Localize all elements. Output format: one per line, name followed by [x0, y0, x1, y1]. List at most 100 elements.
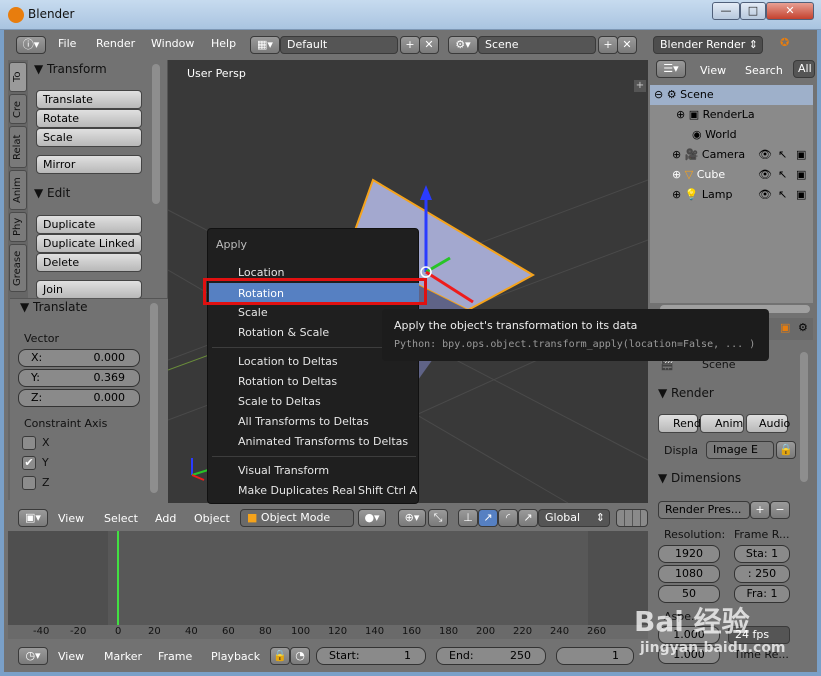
outliner-editor-type-icon[interactable]: ☰▾	[656, 60, 686, 78]
layout-field[interactable]: Default	[280, 36, 398, 54]
tab-create[interactable]: Cre	[9, 94, 27, 124]
outliner-menu-search[interactable]: Search	[745, 64, 783, 77]
render-camera-icon[interactable]: ▣	[796, 165, 806, 185]
menu-item-make-duplicates-real[interactable]: Make Duplicates Real	[238, 484, 356, 497]
preview-range-icon[interactable]: ◔	[290, 647, 310, 665]
menu-item-scale-deltas[interactable]: Scale to Deltas	[238, 395, 321, 408]
add-scene-icon[interactable]: +	[598, 36, 618, 54]
pivot-icon[interactable]: ⊕▾	[398, 509, 426, 527]
layers-grid-icon[interactable]	[616, 509, 648, 527]
menu-playback[interactable]: Playback	[211, 650, 260, 663]
render-engine-select[interactable]: Blender Render ⇕	[653, 36, 763, 54]
menu-frame[interactable]: Frame	[158, 650, 192, 663]
delete-button[interactable]: Delete	[36, 253, 142, 272]
current-frame-line[interactable]	[117, 531, 119, 625]
constraint-z-checkbox[interactable]	[22, 476, 36, 490]
tab-animation[interactable]: Anim	[9, 170, 27, 210]
menu-item-location-deltas[interactable]: Location to Deltas	[238, 355, 338, 368]
remove-preset-icon[interactable]: −	[770, 501, 790, 519]
scene-context-icon[interactable]: ⚙	[798, 321, 808, 334]
resolution-y-field[interactable]: 1080	[658, 565, 720, 583]
transform-panel-header[interactable]: ▼ Transform	[34, 62, 107, 76]
render-preset-select[interactable]: Render Pres...	[658, 501, 750, 519]
tab-tools[interactable]: To	[9, 62, 27, 92]
dimensions-panel-header[interactable]: ▼ Dimensions	[658, 471, 741, 485]
mirror-button[interactable]: Mirror	[36, 155, 142, 174]
toolshelf-scrollbar[interactable]	[152, 64, 160, 204]
translate-manipulator-icon[interactable]: ⊥	[458, 509, 478, 527]
render-panel-header[interactable]: ▼ Render	[658, 386, 714, 400]
cursor-icon[interactable]: ↖	[778, 145, 787, 165]
end-frame-field[interactable]: End: 250	[436, 647, 546, 665]
eye-icon[interactable]: 👁	[758, 145, 772, 165]
tab-physics[interactable]: Phy	[9, 212, 27, 242]
minimize-button[interactable]: —	[712, 2, 740, 20]
menu-view[interactable]: View	[58, 512, 84, 525]
translate-button[interactable]: Translate	[36, 90, 142, 109]
lock-interface-icon[interactable]: 🔒	[776, 441, 796, 459]
menu-add[interactable]: Add	[155, 512, 176, 525]
menu-item-all-transforms-deltas[interactable]: All Transforms to Deltas	[238, 415, 369, 428]
tree-item-renderlayers[interactable]: ⊕ ▣ RenderLa	[650, 105, 813, 125]
layout-icon[interactable]: ▦▾	[250, 36, 280, 54]
display-mode-select[interactable]: All	[793, 60, 815, 78]
render-camera-icon[interactable]: ▣	[796, 145, 806, 165]
scene-icon[interactable]: ⚙▾	[448, 36, 478, 54]
tab-relations[interactable]: Relat	[9, 126, 27, 168]
render-context-icon[interactable]: ▣	[780, 321, 790, 334]
rotate-manipulator-icon[interactable]: ↗	[478, 509, 498, 527]
manipulator-toggle-icon[interactable]: ⤡	[428, 509, 448, 527]
mode-select[interactable]: ■ Object Mode	[240, 509, 354, 527]
render-camera-icon[interactable]: ▣	[796, 185, 806, 205]
menu-marker[interactable]: Marker	[104, 650, 142, 663]
close-button[interactable]: ✕	[766, 2, 814, 20]
properties-scrollbar[interactable]	[800, 352, 808, 482]
menu-render[interactable]: Render	[96, 37, 135, 50]
menu-select[interactable]: Select	[104, 512, 138, 525]
menu-item-rotation-scale[interactable]: Rotation & Scale	[238, 326, 329, 339]
scale-manipulator-icon[interactable]: ↗	[518, 509, 538, 527]
outliner-menu-view[interactable]: View	[700, 64, 726, 77]
menu-file[interactable]: File	[58, 37, 76, 50]
resolution-x-field[interactable]: 1920	[658, 545, 720, 563]
vector-x-field[interactable]: X: 0.000	[18, 349, 140, 367]
menu-item-animated-transforms-deltas[interactable]: Animated Transforms to Deltas	[238, 435, 408, 448]
constraint-x-checkbox[interactable]	[22, 436, 36, 450]
render-animation-button[interactable]: Anim	[700, 414, 744, 433]
start-frame-field[interactable]: Start: 1	[316, 647, 426, 665]
frame-start-field[interactable]: Sta: 1	[734, 545, 790, 563]
tab-grease-pencil[interactable]: Grease	[9, 244, 27, 292]
remove-scene-icon[interactable]: ✕	[617, 36, 637, 54]
cursor-icon[interactable]: ↖	[778, 185, 787, 205]
cursor-icon[interactable]: ↖	[778, 165, 787, 185]
tree-item-camera[interactable]: ⊕ 🎥 Camera 👁 ↖ ▣	[650, 145, 813, 165]
editor-type-icon[interactable]: ⓘ▾	[16, 36, 46, 54]
scale-button[interactable]: Scale	[36, 128, 142, 147]
render-audio-button[interactable]: Audio	[746, 414, 790, 433]
duplicate-button[interactable]: Duplicate	[36, 215, 142, 234]
properties-toggle-icon[interactable]: +	[634, 80, 646, 92]
menu-window[interactable]: Window	[151, 37, 194, 50]
vector-y-field[interactable]: Y: 0.369	[18, 369, 140, 387]
timeline-area[interactable]	[8, 531, 648, 625]
timeline-editor-type-icon[interactable]: ◷▾	[18, 647, 48, 665]
rotate-button[interactable]: Rotate	[36, 109, 142, 128]
tree-item-world[interactable]: ◉ World	[650, 125, 813, 145]
add-layout-icon[interactable]: +	[400, 36, 420, 54]
menu-help[interactable]: Help	[211, 37, 236, 50]
tree-item-cube[interactable]: ⊕ ▽ Cube 👁 ↖ ▣	[650, 165, 813, 185]
display-select[interactable]: Image E	[706, 441, 774, 459]
viewport-editor-type-icon[interactable]: ▣▾	[18, 509, 48, 527]
menu-item-scale[interactable]: Scale	[238, 306, 268, 319]
join-button[interactable]: Join	[36, 280, 142, 299]
add-preset-icon[interactable]: +	[750, 501, 770, 519]
remove-layout-icon[interactable]: ✕	[419, 36, 439, 54]
menu-object[interactable]: Object	[194, 512, 230, 525]
duplicate-linked-button[interactable]: Duplicate Linked	[36, 234, 142, 253]
operator-scrollbar[interactable]	[150, 303, 158, 493]
eye-icon[interactable]: 👁	[758, 185, 772, 205]
current-frame-field[interactable]: 1	[556, 647, 634, 665]
scene-field[interactable]: Scene	[478, 36, 596, 54]
constraint-y-checkbox[interactable]: ✔	[22, 456, 36, 470]
operator-panel-header[interactable]: ▼ Translate	[20, 300, 88, 314]
